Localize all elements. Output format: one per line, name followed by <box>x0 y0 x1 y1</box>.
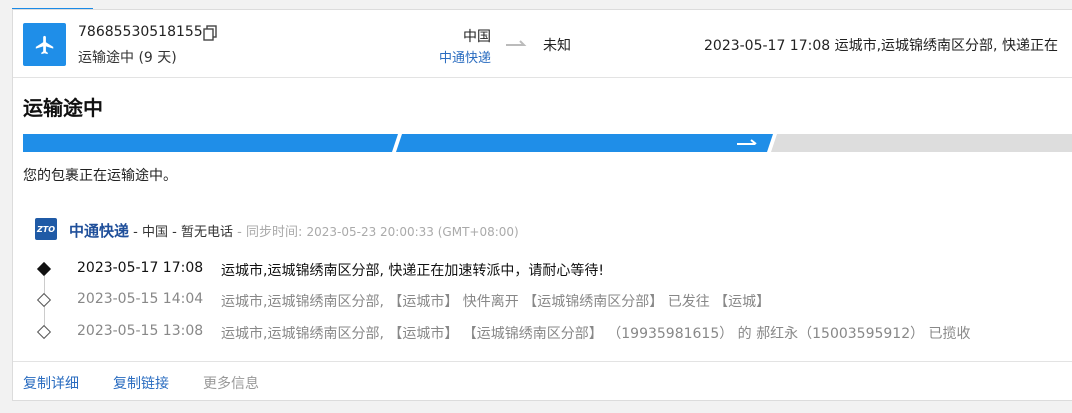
timeline-event: 2023-05-15 13:08 运城市,运城锦绣南区分部, 【运城市】 【运城… <box>13 321 1072 345</box>
destination: 未知 <box>543 38 571 54</box>
arrow-right-icon <box>506 40 527 46</box>
progress-segment-3 <box>771 134 1072 152</box>
status-description: 您的包裹正在运输途中。 <box>23 168 177 184</box>
event-time: 2023-05-15 14:04 <box>77 291 204 307</box>
sync-time: 2023-05-23 20:00:33 (GMT+08:00) <box>306 225 519 239</box>
sync-label: 同步时间: <box>245 225 303 240</box>
event-text: 运城市,运城锦绣南区分部, 快递正在加速转派中，请耐心等待! <box>221 263 604 279</box>
carrier-info: 中通快递 - 中国 - 暂无电话 - 同步时间: 2023-05-23 20:0… <box>69 222 519 240</box>
event-text: 运城市,运城锦绣南区分部, 【运城市】 【运城锦绣南区分部】 （19935981… <box>221 326 971 342</box>
origin-country: 中国 <box>463 29 491 45</box>
timeline-event: 2023-05-15 14:04 运城市,运城锦绣南区分部, 【运城市】 快件离… <box>13 289 1072 313</box>
copy-icon[interactable] <box>203 25 217 41</box>
carrier-phone: 暂无电话 <box>180 225 233 240</box>
shipment-header[interactable]: 78685530518155 运输途中 (9 天) 中国 中通快递 未知 202… <box>13 10 1072 78</box>
status-summary: 运输途中 (9 天) <box>78 50 177 66</box>
copy-details-link[interactable]: 复制详细 <box>23 373 79 393</box>
tracking-number: 78685530518155 <box>78 24 203 40</box>
carrier-link[interactable]: 中通快递 <box>439 47 491 66</box>
progress-bar <box>23 134 1072 152</box>
tracking-card: 78685530518155 运输途中 (9 天) 中国 中通快递 未知 202… <box>12 9 1072 401</box>
latest-event: 2023-05-17 17:08 运城市,运城锦绣南区分部, 快递正在 <box>704 38 1058 54</box>
event-text: 运城市,运城锦绣南区分部, 【运城市】 快件离开 【运城锦绣南区分部】 已发往 … <box>221 294 771 310</box>
progress-segment-2 <box>396 134 773 152</box>
card-footer: 复制详细 复制链接 更多信息 <box>13 361 1072 401</box>
timeline-event: 2023-05-17 17:08 运城市,运城锦绣南区分部, 快递正在加速转派中… <box>13 258 1072 282</box>
more-info-link[interactable]: 更多信息 <box>203 373 259 393</box>
copy-link-link[interactable]: 复制链接 <box>113 373 169 393</box>
carrier-logo: ZTO <box>35 218 57 240</box>
status-title: 运输途中 <box>23 96 103 120</box>
event-time: 2023-05-17 17:08 <box>77 260 204 276</box>
timeline-dot-icon <box>36 292 52 308</box>
carrier-country: 中国 <box>141 225 168 240</box>
carrier-name[interactable]: 中通快递 <box>69 222 129 240</box>
timeline-dot-icon <box>36 261 52 277</box>
progress-segment-1 <box>23 134 398 152</box>
event-time: 2023-05-15 13:08 <box>77 323 204 339</box>
airplane-icon <box>23 23 66 66</box>
timeline-dot-icon <box>36 324 52 340</box>
